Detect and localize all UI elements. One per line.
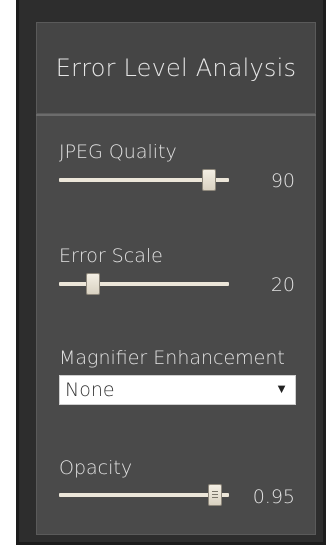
panel-header: Error Level Analysis (36, 22, 316, 114)
opacity-value: 0.95 (252, 486, 295, 508)
magnifier-enhancement-selected: None (65, 379, 115, 401)
chevron-down-icon[interactable]: ▼ (275, 381, 288, 397)
jpeg-quality-value: 90 (270, 170, 295, 192)
jpeg-quality-slider-thumb[interactable] (201, 169, 216, 191)
jpeg-quality-slider[interactable] (59, 169, 229, 191)
error-scale-slider-thumb[interactable] (86, 273, 100, 295)
panel-title: Error Level Analysis (55, 54, 297, 82)
error-scale-slider[interactable] (59, 273, 229, 295)
error-scale-value: 20 (270, 274, 295, 296)
magnifier-enhancement-label: Magnifier Enhancement (59, 347, 285, 369)
opacity-label: Opacity (59, 457, 133, 479)
error-scale-slider-track[interactable] (59, 282, 229, 286)
opacity-slider-thumb[interactable] (208, 484, 223, 506)
jpeg-quality-label: JPEG Quality (59, 141, 177, 163)
magnifier-enhancement-select[interactable]: None ▼ (59, 375, 296, 405)
opacity-slider[interactable] (59, 484, 229, 506)
opacity-slider-track[interactable] (59, 493, 229, 497)
error-scale-label: Error Scale (59, 245, 163, 267)
